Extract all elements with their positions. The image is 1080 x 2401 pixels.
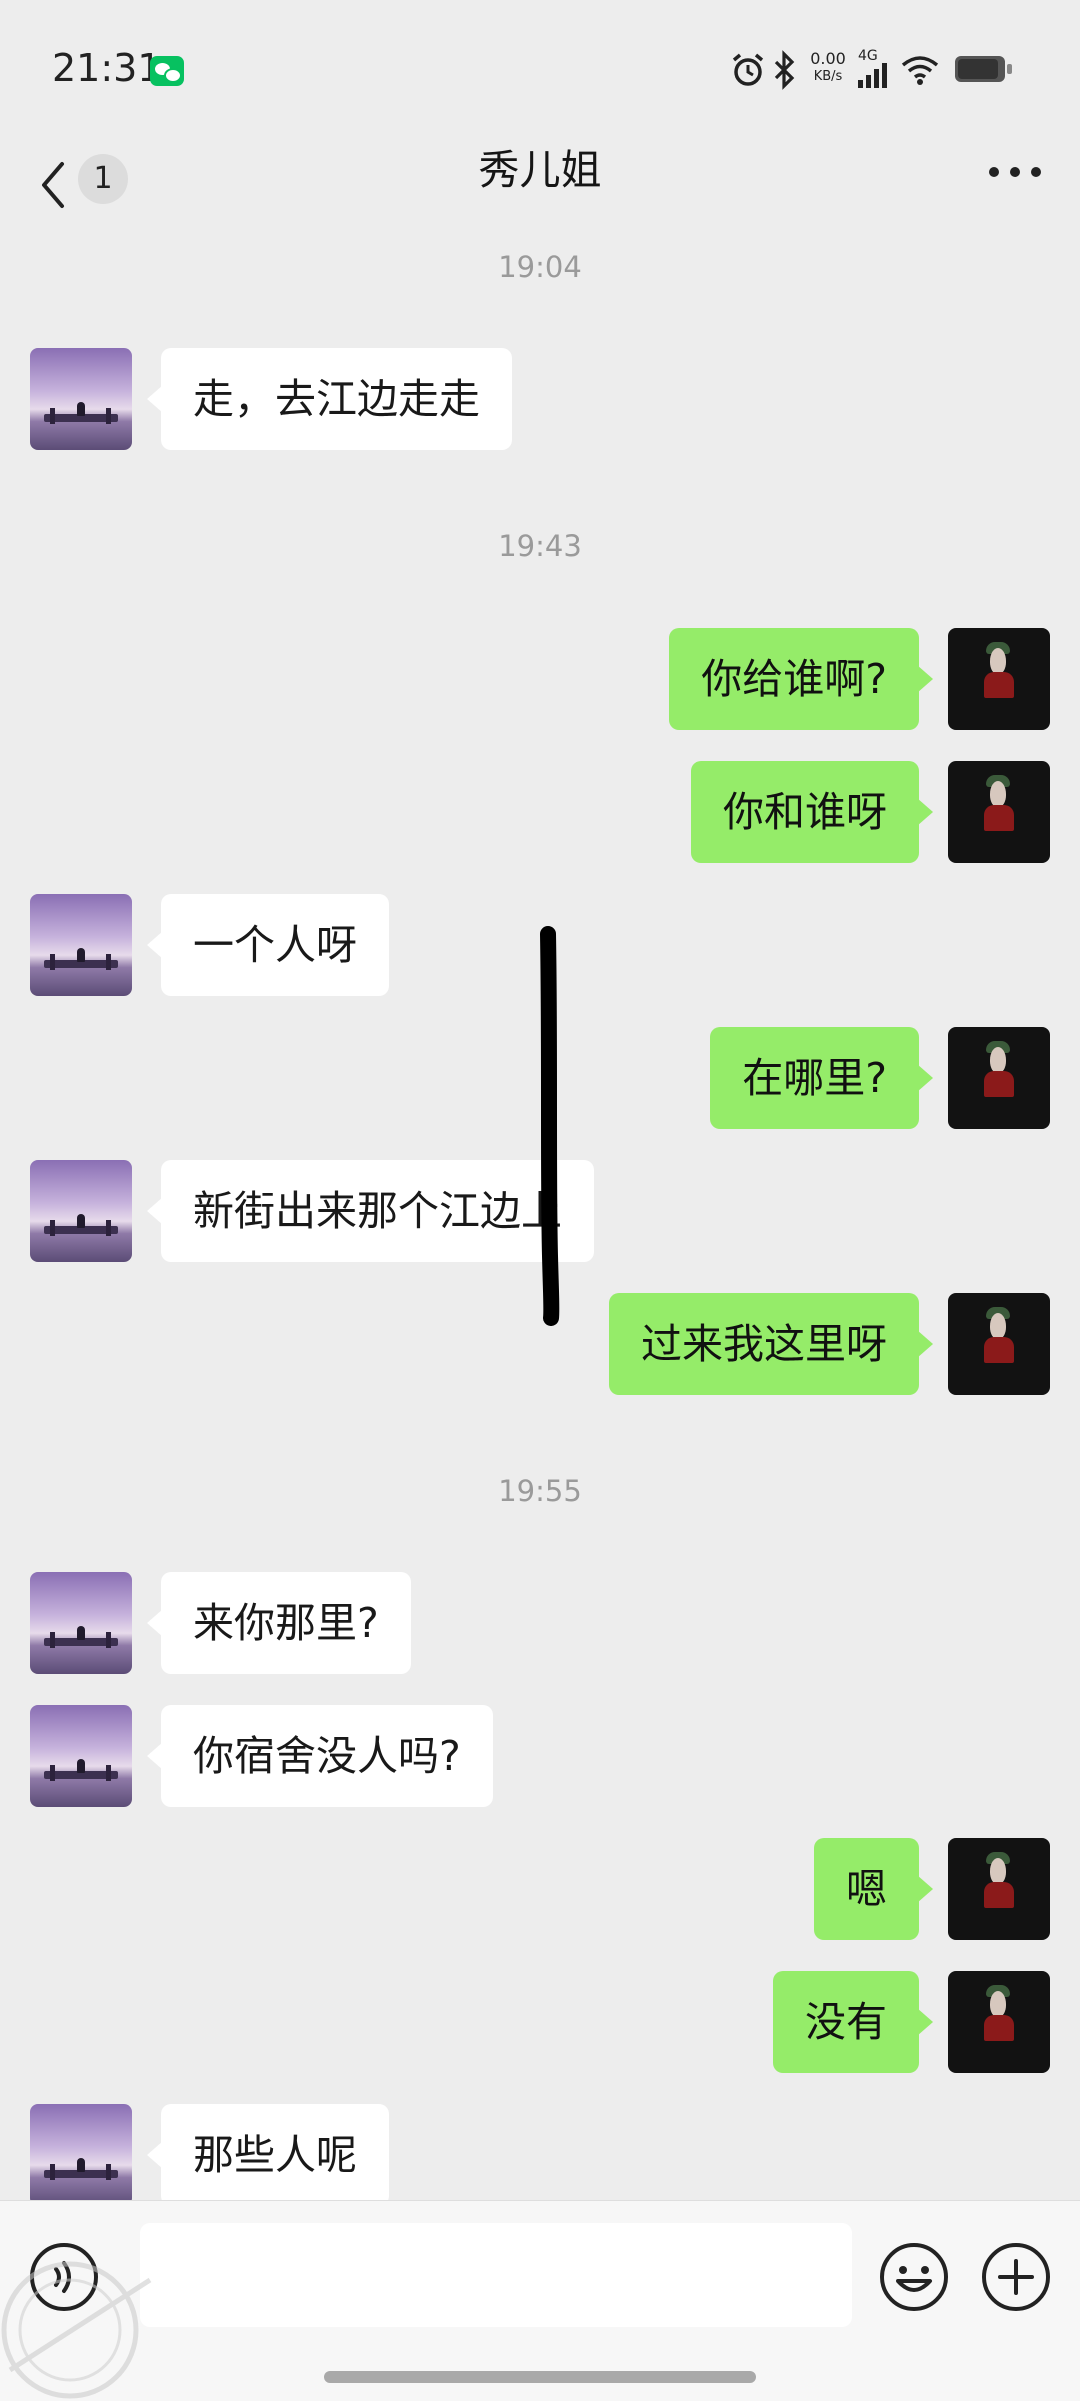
message-bubble-incoming[interactable]: 新街出来那个江边上	[147, 1160, 594, 1262]
my-avatar[interactable]	[948, 1971, 1050, 2073]
wechat-icon	[150, 56, 184, 86]
my-avatar[interactable]	[948, 1838, 1050, 1940]
status-icons: 0.00 KB/s 4G	[730, 48, 1030, 92]
contact-avatar[interactable]	[30, 894, 132, 996]
alarm-icon	[732, 53, 764, 86]
bluetooth-icon	[774, 50, 795, 90]
contact-avatar[interactable]	[30, 348, 132, 450]
chat-messages[interactable]: 19:04 走，去江边走走 19:43 你给谁啊? 你和谁呀 一个人呀 在哪里?…	[0, 236, 1080, 2200]
message-bubble-outgoing[interactable]: 你给谁啊?	[669, 628, 933, 730]
my-avatar[interactable]	[948, 1293, 1050, 1395]
more-icon[interactable]	[980, 140, 1050, 200]
plus-icon[interactable]	[980, 2241, 1052, 2313]
network-speed-value: 0.00	[810, 49, 846, 68]
wifi-icon	[901, 56, 939, 85]
timestamp: 19:43	[498, 529, 582, 563]
my-avatar[interactable]	[948, 761, 1050, 863]
watermark-seal	[1, 2261, 152, 2399]
contact-avatar[interactable]	[30, 1572, 132, 1674]
contact-avatar[interactable]	[30, 1705, 132, 1807]
emoji-icon[interactable]	[878, 2241, 950, 2313]
status-bar: 21:31 0.00 KB/s 4G	[0, 0, 1080, 140]
timestamp: 19:04	[498, 250, 582, 284]
message-bubble-incoming[interactable]: 你宿舍没人吗?	[147, 1705, 493, 1807]
ink-mark	[540, 926, 560, 1326]
unread-count-badge: 1	[78, 154, 128, 204]
home-indicator[interactable]	[324, 2371, 756, 2383]
status-time: 21:31	[52, 46, 162, 90]
chat-title: 秀儿姐	[478, 146, 602, 194]
my-avatar[interactable]	[948, 1027, 1050, 1129]
network-speed: 0.00 KB/s	[806, 50, 850, 86]
message-bubble-outgoing[interactable]: 过来我这里呀	[609, 1293, 933, 1395]
message-input[interactable]	[140, 2223, 852, 2327]
message-bubble-outgoing[interactable]: 嗯	[814, 1838, 933, 1940]
signal-icon	[858, 63, 887, 88]
message-bubble-outgoing[interactable]: 没有	[773, 1971, 933, 2073]
timestamp: 19:55	[498, 1474, 582, 1508]
back-button[interactable]: 1	[28, 148, 138, 228]
message-bubble-outgoing[interactable]: 你和谁呀	[691, 761, 933, 863]
my-avatar[interactable]	[948, 628, 1050, 730]
message-bubble-incoming[interactable]: 来你那里?	[147, 1572, 411, 1674]
chat-header: 1 秀儿姐	[0, 140, 1080, 236]
message-bubble-outgoing[interactable]: 在哪里?	[710, 1027, 933, 1129]
message-bubble-incoming[interactable]: 走，去江边走走	[147, 348, 512, 450]
message-bubble-incoming[interactable]: 一个人呀	[147, 894, 389, 996]
chevron-left-icon	[42, 162, 64, 208]
battery-icon	[955, 56, 1012, 82]
network-speed-unit: KB/s	[813, 69, 843, 84]
contact-avatar[interactable]	[30, 1160, 132, 1262]
